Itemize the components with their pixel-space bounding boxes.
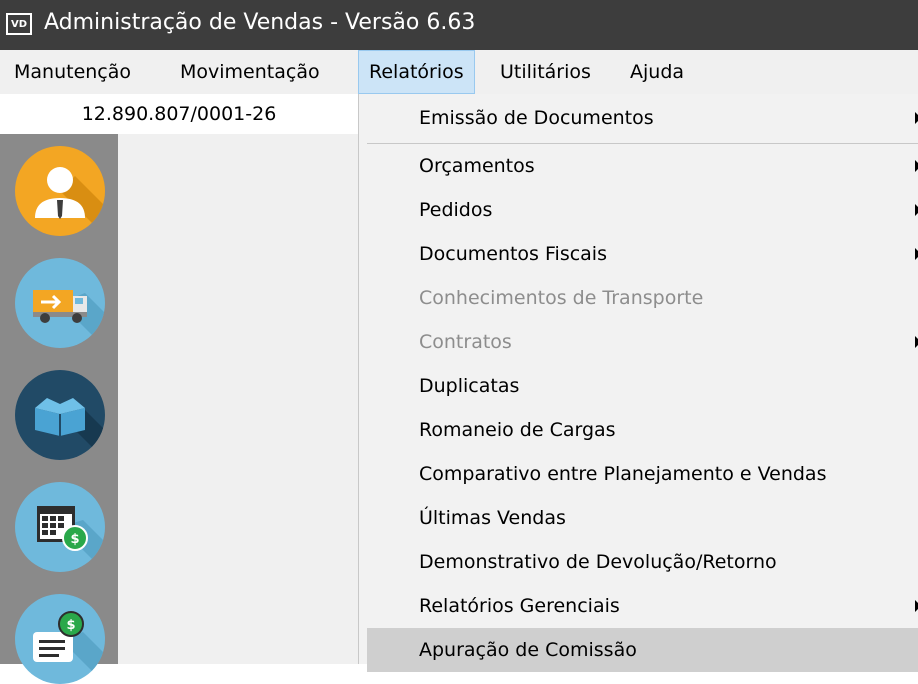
menu-ajuda[interactable]: Ajuda [630,50,684,94]
company-cnpj: 12.890.807/0001-26 [0,94,358,134]
menu-item-label: Documentos Fiscais [419,243,607,265]
truck-icon [33,290,105,348]
menu-bar: Manutenção Movimentação Relatórios Utili… [0,50,918,94]
menu-manutencao[interactable]: Manutenção [14,50,131,94]
menu-item-label: Últimas Vendas [419,507,566,529]
menu-item-documentos-fiscais[interactable]: Documentos Fiscais [367,232,918,276]
shortcut-shipping[interactable] [15,258,105,348]
shortcut-rail: $ $ [0,134,118,684]
menu-item-relatorios-gerenciais[interactable]: Relatórios Gerenciais [367,584,918,628]
shortcut-billing[interactable]: $ [15,594,105,684]
window-title: Administração de Vendas - Versão 6.63 [44,10,476,35]
menu-item-label: Conhecimentos de Transporte [419,287,704,309]
menu-item-ultimas-vendas[interactable]: Últimas Vendas [367,496,918,540]
menu-item-orcamentos[interactable]: Orçamentos [367,144,918,188]
shortcut-schedule[interactable]: $ [15,482,105,572]
menu-item-duplicatas[interactable]: Duplicatas [367,364,918,408]
menu-item-label: Pedidos [419,199,493,221]
menu-movimentacao[interactable]: Movimentação [180,50,320,94]
menu-item-label: Duplicatas [419,375,520,397]
menu-item-label: Romaneio de Cargas [419,419,616,441]
menu-item-pedidos[interactable]: Pedidos [367,188,918,232]
money-document-icon: $ [33,611,105,684]
menu-item-conhecimentos-transporte: Conhecimentos de Transporte [367,276,918,320]
shortcut-clients[interactable] [15,146,105,236]
user-icon [35,167,105,236]
box-icon [35,398,105,460]
svg-text:$: $ [66,618,75,633]
shortcut-products[interactable] [15,370,105,460]
menu-item-label: Apuração de Comissão [419,639,637,661]
app-logo-icon: VD [6,13,32,35]
menu-item-label: Comparativo entre Planejamento e Vendas [419,463,827,485]
menu-item-apuracao-comissao[interactable]: Apuração de Comissão [367,628,918,672]
menu-item-label: Contratos [419,331,512,353]
calendar-money-icon: $ [37,506,105,572]
menu-item-label: Emissão de Documentos [419,107,654,129]
menu-item-emissao-documentos[interactable]: Emissão de Documentos [367,96,918,140]
menu-item-label: Demonstrativo de Devolução/Retorno [419,551,777,573]
menu-item-label: Relatórios Gerenciais [419,595,620,617]
menu-utilitarios[interactable]: Utilitários [500,50,591,94]
title-bar: VD Administração de Vendas - Versão 6.63 [0,0,918,50]
svg-text:$: $ [70,532,79,547]
reports-dropdown-menu: Emissão de Documentos Orçamentos Pedidos… [358,94,918,672]
menu-item-contratos: Contratos [367,320,918,364]
menu-relatorios[interactable]: Relatórios [358,50,475,94]
menu-item-comparativo[interactable]: Comparativo entre Planejamento e Vendas [367,452,918,496]
menu-item-label: Orçamentos [419,155,535,177]
menu-item-romaneio-cargas[interactable]: Romaneio de Cargas [367,408,918,452]
menu-item-demonstrativo-devolucao[interactable]: Demonstrativo de Devolução/Retorno [367,540,918,584]
